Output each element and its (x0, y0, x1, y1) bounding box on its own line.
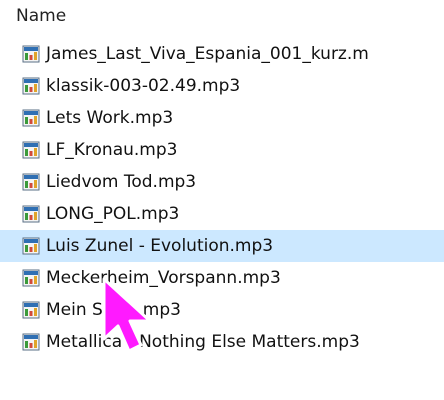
audio-file-icon (22, 173, 40, 191)
audio-file-icon (22, 333, 40, 351)
file-name: LF_Kronau.mp3 (46, 140, 178, 160)
audio-file-icon (22, 141, 40, 159)
audio-file-icon (22, 77, 40, 95)
audio-file-icon (22, 45, 40, 63)
file-name: Liedvom Tod.mp3 (46, 172, 197, 192)
file-name: Luis Zunel - Evolution.mp3 (46, 236, 274, 256)
file-row[interactable]: klassik-003-02.49.mp3 (0, 70, 444, 102)
file-row[interactable]: Metallica - Nothing Else Matters.mp3 (0, 326, 444, 358)
file-row[interactable]: James_Last_Viva_Espania_001_kurz.m (0, 38, 444, 70)
file-name: Meckerheim_Vorspann.mp3 (46, 268, 281, 288)
file-name: LONG_POL.mp3 (46, 204, 180, 224)
audio-file-icon (22, 269, 40, 287)
audio-file-icon (22, 237, 40, 255)
audio-file-icon (22, 109, 40, 127)
file-name: Lets Work.mp3 (46, 108, 174, 128)
file-row[interactable]: Liedvom Tod.mp3 (0, 166, 444, 198)
file-row[interactable]: Mein Stern.mp3 (0, 294, 444, 326)
file-row[interactable]: LONG_POL.mp3 (0, 198, 444, 230)
file-name: James_Last_Viva_Espania_001_kurz.m (46, 44, 369, 64)
file-row-selected[interactable]: Luis Zunel - Evolution.mp3 (0, 230, 444, 262)
audio-file-icon (22, 301, 40, 319)
file-list-pane: Name James_Last_Viva_Espania_001_kurz.m … (0, 0, 444, 400)
column-header-name[interactable]: Name (16, 6, 66, 26)
file-row[interactable]: Lets Work.mp3 (0, 102, 444, 134)
file-row[interactable]: LF_Kronau.mp3 (0, 134, 444, 166)
file-name: Mein Stern.mp3 (46, 300, 181, 320)
file-row[interactable]: Meckerheim_Vorspann.mp3 (0, 262, 444, 294)
file-name: Metallica - Nothing Else Matters.mp3 (46, 332, 360, 352)
file-name: klassik-003-02.49.mp3 (46, 76, 241, 96)
file-list: James_Last_Viva_Espania_001_kurz.m klass… (0, 38, 444, 358)
audio-file-icon (22, 205, 40, 223)
